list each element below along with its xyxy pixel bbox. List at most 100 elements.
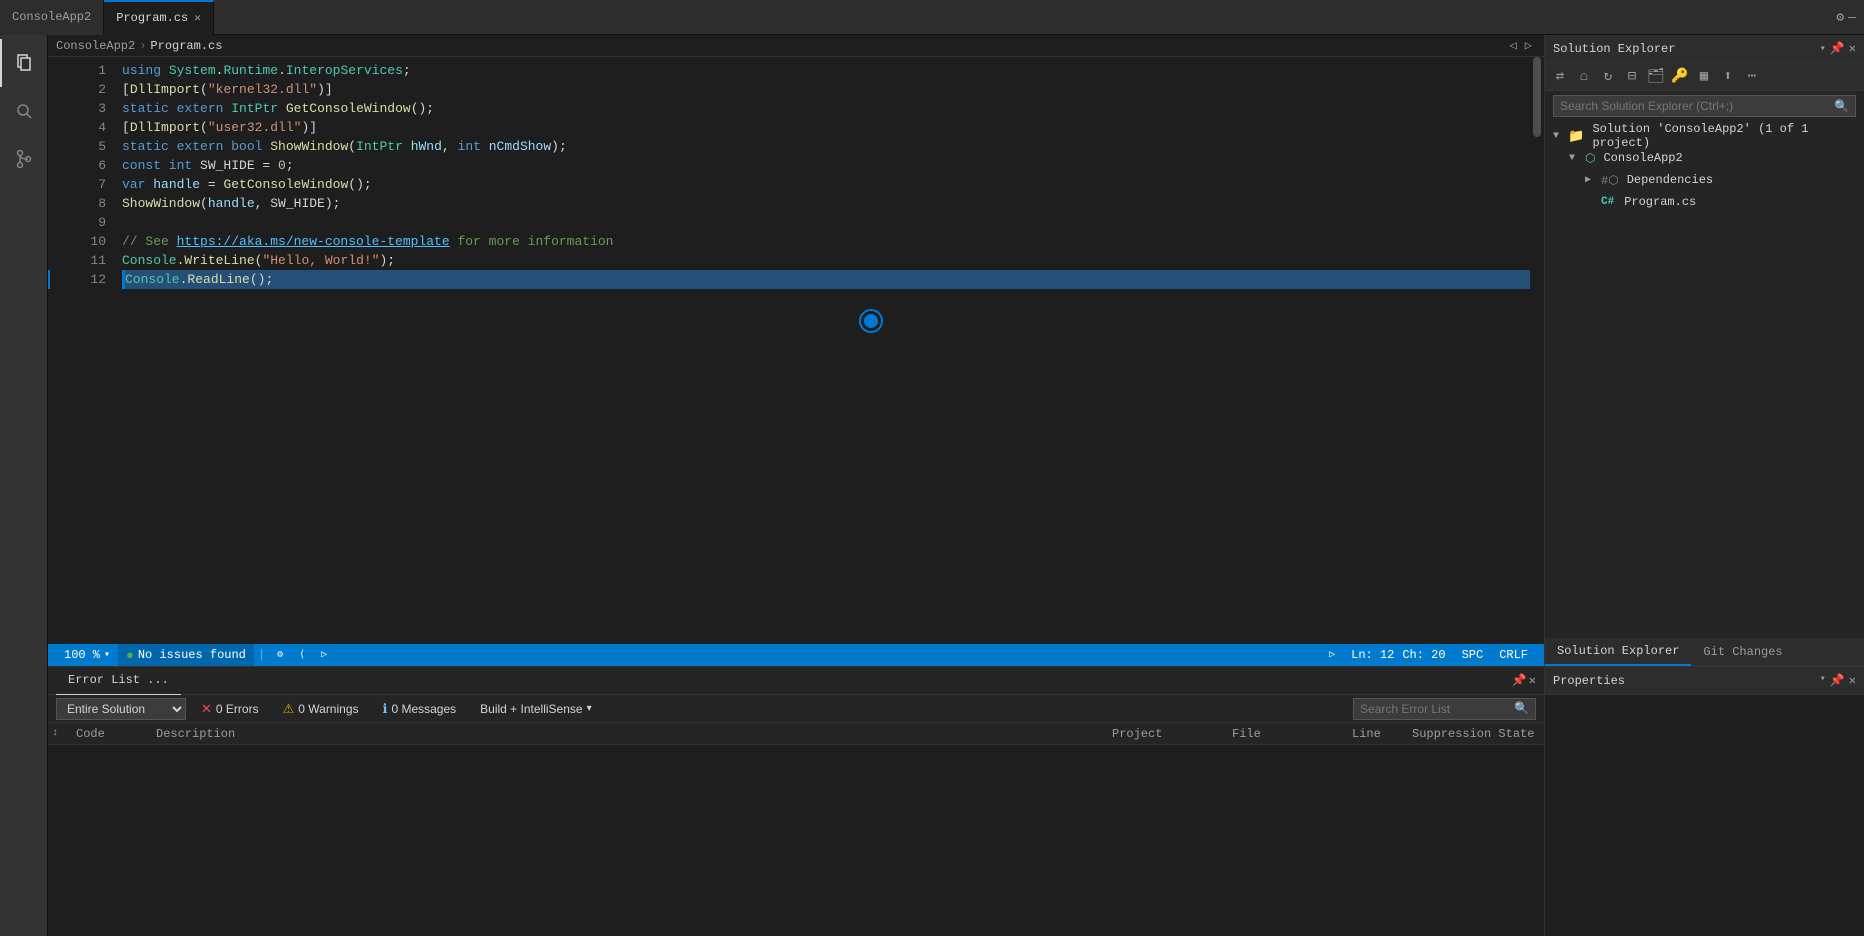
tb-home-icon[interactable]: ⌂	[1573, 66, 1595, 88]
activity-explorer[interactable]	[0, 39, 48, 87]
line-num-1: 1	[68, 61, 106, 80]
tree-dependencies[interactable]: ▶ #⬡ Dependencies	[1545, 169, 1864, 191]
code-line-6: const int SW_HIDE = 0;	[122, 156, 1530, 175]
breadcrumb-sep: ›	[139, 39, 146, 53]
status-issues[interactable]: ● No issues found	[118, 644, 254, 666]
tree-project[interactable]: ▼ ⬡ ConsoleApp2	[1545, 147, 1864, 169]
code-line-3: static extern IntPtr GetConsoleWindow();	[122, 99, 1530, 118]
breadcrumb-btn1[interactable]: ◁	[1506, 38, 1521, 53]
status-nav-btn3[interactable]: ▷	[313, 644, 335, 666]
panel-controls: 📌 ✕	[1512, 673, 1536, 688]
status-nav-btn1[interactable]: ⚙	[269, 644, 291, 666]
tab-programcs[interactable]: Program.cs ✕	[104, 0, 214, 35]
tree-solution-root[interactable]: ▼ 📁 Solution 'ConsoleApp2' (1 of 1 proje…	[1545, 125, 1864, 147]
tb-refresh-icon[interactable]: ↻	[1597, 66, 1619, 88]
tab-solution-explorer[interactable]: Solution Explorer	[1545, 638, 1691, 666]
search-error-list[interactable]: 🔍	[1353, 698, 1536, 720]
tb-collapse-icon[interactable]: ⊟	[1621, 66, 1643, 88]
code-line-1: using System.Runtime.InteropServices;	[122, 61, 1530, 80]
props-close-icon[interactable]: ✕	[1849, 673, 1856, 688]
tb-props-icon[interactable]: 🔑	[1669, 66, 1691, 88]
se-pin-icon[interactable]: 📌	[1830, 41, 1845, 56]
zoom-chevron-icon: ▾	[104, 649, 110, 661]
tab-close-button[interactable]: ✕	[194, 11, 201, 25]
tab-consoleapp2[interactable]: ConsoleApp2	[0, 0, 104, 35]
props-chevron-icon[interactable]: ▾	[1820, 673, 1826, 688]
status-line-ending[interactable]: CRLF	[1491, 644, 1536, 666]
col-sort[interactable]: ↕	[48, 723, 68, 744]
code-line-5: static extern bool ShowWindow(IntPtr hWn…	[122, 137, 1530, 156]
activity-source-control[interactable]	[0, 135, 48, 183]
tree-programcs-label: Program.cs	[1624, 195, 1696, 209]
build-filter-label: Build + IntelliSense	[480, 702, 582, 716]
programcs-icon: C#	[1601, 196, 1614, 208]
build-filter-button[interactable]: Build + IntelliSense ▾	[471, 698, 600, 720]
properties-title: Properties	[1553, 674, 1625, 688]
panel-tab-bar: Error List ... 📌 ✕	[48, 667, 1544, 695]
col-project[interactable]: Project	[1104, 723, 1224, 744]
breadcrumb-project: ConsoleApp2	[56, 39, 135, 53]
col-line[interactable]: Line	[1344, 723, 1404, 744]
properties-panel: Properties ▾ 📌 ✕	[1545, 666, 1864, 936]
top-settings-icon[interactable]: ⚙	[1836, 10, 1844, 25]
vscroll-thumb[interactable]	[1533, 57, 1541, 137]
col-suppression[interactable]: Suppression State	[1404, 723, 1544, 744]
col-file[interactable]: File	[1224, 723, 1344, 744]
line-num-12: 12	[68, 270, 106, 289]
status-zoom[interactable]: 100 % ▾	[56, 644, 118, 666]
errors-button[interactable]: ✕ 0 Errors	[192, 698, 268, 720]
breadcrumb-btn2[interactable]: ▷	[1521, 38, 1536, 53]
status-ln: Ln: 12	[1351, 648, 1394, 662]
status-line-col[interactable]: Ln: 12 Ch: 20	[1343, 644, 1453, 666]
tb-sync-icon[interactable]: ⇄	[1549, 66, 1571, 88]
scope-filter-dropdown[interactable]: Entire Solution	[56, 698, 186, 720]
panel-pin-icon[interactable]: 📌	[1512, 673, 1527, 688]
col-desc[interactable]: Description	[148, 723, 1104, 744]
status-zoom-value: 100 %	[64, 648, 100, 662]
solution-search-box[interactable]: 🔍	[1553, 95, 1856, 117]
warnings-button[interactable]: ⚠ 0 Warnings	[274, 698, 368, 720]
line-numbers: 1 2 3 4 5 6 7 8 9 10 11 12	[68, 57, 118, 644]
status-arrow-right[interactable]: ▷	[1321, 644, 1343, 666]
se-close-icon[interactable]: ✕	[1849, 41, 1856, 56]
panel-close-icon[interactable]: ✕	[1529, 673, 1536, 688]
line-num-3: 3	[68, 99, 106, 118]
properties-header: Properties ▾ 📌 ✕	[1545, 667, 1864, 695]
project-icon: ⬡	[1585, 151, 1595, 166]
line-num-7: 7	[68, 175, 106, 194]
right-panel: Solution Explorer ▾ 📌 ✕ ⇄ ⌂ ↻ ⊟ 🗂 🔑 ▦ ⬆ …	[1544, 35, 1864, 936]
status-nav-btn2[interactable]: ⟨	[291, 644, 313, 666]
tb-publish-icon[interactable]: ⬆	[1717, 66, 1739, 88]
line-num-2: 2	[68, 80, 106, 99]
status-right: ▷ Ln: 12 Ch: 20 SPC CRLF	[1321, 644, 1536, 666]
deps-icon: #⬡	[1601, 173, 1619, 188]
error-icon: ✕	[201, 701, 212, 717]
tree-chevron-deps: ▶	[1585, 174, 1597, 186]
props-pin-icon[interactable]: 📌	[1830, 673, 1845, 688]
search-error-input[interactable]	[1360, 702, 1510, 716]
col-code-label: Code	[76, 727, 105, 741]
tb-views-icon[interactable]: 🗂	[1645, 66, 1667, 88]
panel-tab-errorlist[interactable]: Error List ...	[56, 667, 181, 695]
tb-preview-icon[interactable]: ▦	[1693, 66, 1715, 88]
tab-git-changes[interactable]: Git Changes	[1691, 638, 1794, 666]
messages-button[interactable]: ℹ 0 Messages	[374, 698, 466, 720]
status-no-issues-text: No issues found	[138, 648, 246, 662]
col-code[interactable]: Code	[68, 723, 148, 744]
activity-search[interactable]	[0, 87, 48, 135]
status-encoding[interactable]: SPC	[1454, 644, 1492, 666]
top-minimize-icon[interactable]: —	[1848, 10, 1856, 25]
tb-more-icon[interactable]: ⋯	[1741, 66, 1763, 88]
line-num-11: 11	[68, 251, 106, 270]
errors-count: 0 Errors	[216, 702, 259, 716]
editor-vscroll[interactable]	[1530, 57, 1544, 644]
code-content[interactable]: using System.Runtime.InteropServices; [D…	[118, 57, 1530, 644]
tree-programcs[interactable]: C# Program.cs	[1545, 191, 1864, 213]
code-editor[interactable]: 1 2 3 4 5 6 7 8 9 10 11 12 using System.…	[48, 57, 1544, 644]
tab-programcs-label: Program.cs	[116, 11, 188, 25]
col-file-label: File	[1232, 727, 1261, 741]
se-chevron-icon[interactable]: ▾	[1820, 43, 1826, 55]
tree-solution-label: Solution 'ConsoleApp2' (1 of 1 project)	[1592, 122, 1856, 150]
tab-consoleapp2-label: ConsoleApp2	[12, 10, 91, 24]
solution-search-input[interactable]	[1560, 99, 1830, 113]
